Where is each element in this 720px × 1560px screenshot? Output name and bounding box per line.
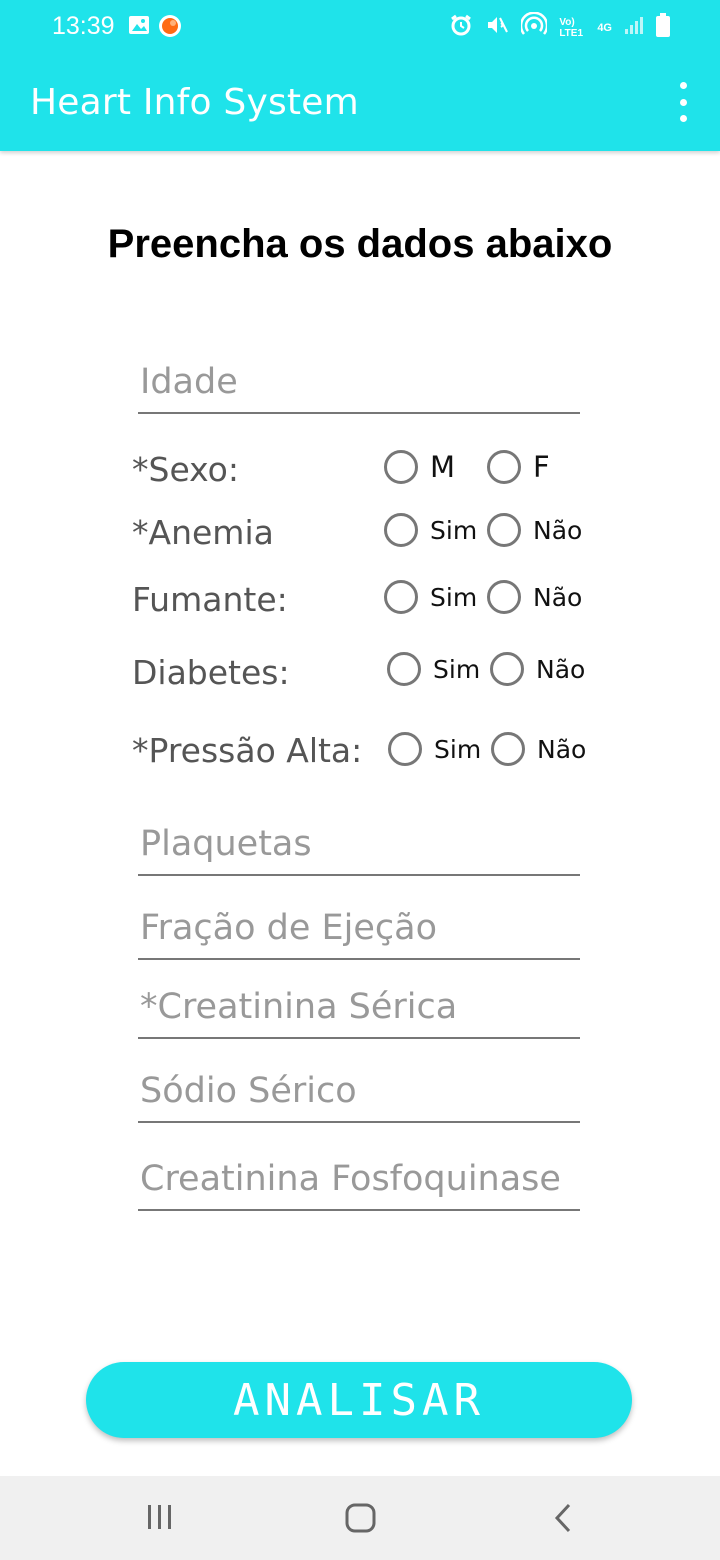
mute-icon — [485, 13, 509, 42]
overflow-dot — [679, 115, 687, 122]
sexo-m-radio[interactable] — [384, 450, 418, 484]
sexo-f-radio-group[interactable]: F — [487, 450, 550, 484]
overflow-dot — [679, 82, 687, 89]
plaquetas-input[interactable]: Plaquetas — [138, 824, 580, 876]
fumante-label: Fumante: — [132, 580, 288, 619]
signal-icon — [624, 15, 644, 40]
form-heading: Preencha os dados abaixo — [107, 222, 613, 266]
overflow-dot — [679, 98, 687, 106]
anemia-sim-label: Sim — [430, 515, 478, 545]
sexo-m-label: M — [430, 450, 456, 484]
fumante-nao-radio-group[interactable]: Não — [487, 580, 582, 614]
diabetes-sim-radio[interactable] — [387, 652, 421, 686]
pressao-nao-radio-group[interactable]: Não — [491, 732, 586, 766]
volte-icon: Vo) LTE1 — [559, 16, 584, 39]
fumante-sim-label: Sim — [430, 582, 478, 612]
pressao-sim-radio[interactable] — [388, 732, 422, 766]
pressao-alta-label: *Pressão Alta: — [132, 731, 363, 770]
diabetes-label: Diabetes: — [132, 653, 290, 692]
4g-icon: 4G — [597, 21, 612, 34]
app-bar: 13:39 Vo) LTE1 4G Heart Info System — [0, 0, 720, 151]
battery-icon — [656, 13, 670, 42]
sexo-label: *Sexo: — [132, 450, 239, 489]
diabetes-nao-label: Não — [536, 654, 586, 684]
diabetes-sim-label: Sim — [433, 654, 481, 684]
sexo-f-label: F — [533, 450, 550, 484]
anemia-nao-radio-group[interactable]: Não — [487, 513, 582, 547]
fumante-nao-label: Não — [533, 582, 583, 612]
creatinina-fosfoquinase-input[interactable]: Creatinina Fosfoquinase — [138, 1159, 580, 1211]
pressao-nao-radio[interactable] — [491, 732, 525, 766]
home-icon[interactable] — [345, 1502, 377, 1539]
hotspot-icon — [520, 11, 549, 43]
status-right-icons: Vo) LTE1 4G — [449, 11, 670, 43]
sexo-f-radio[interactable] — [487, 450, 521, 484]
diabetes-nao-radio-group[interactable]: Não — [490, 652, 585, 686]
image-icon — [128, 14, 150, 43]
app-title: Heart Info System — [30, 82, 359, 123]
anemia-sim-radio[interactable] — [384, 513, 418, 547]
recents-icon[interactable] — [146, 1502, 174, 1537]
creatinina-serica-input[interactable]: *Creatinina Sérica — [138, 987, 580, 1039]
fracao-ejecao-input[interactable]: Fração de Ejeção — [138, 908, 580, 960]
anemia-nao-label: Não — [533, 515, 583, 545]
fumante-sim-radio-group[interactable]: Sim — [384, 580, 477, 614]
pressao-sim-radio-group[interactable]: Sim — [388, 732, 481, 766]
pressao-sim-label: Sim — [434, 734, 482, 764]
anemia-label: *Anemia — [132, 513, 274, 552]
fumante-sim-radio[interactable] — [384, 580, 418, 614]
alarm-icon — [449, 13, 473, 42]
system-nav-bar — [0, 1476, 720, 1560]
fumante-nao-radio[interactable] — [487, 580, 521, 614]
analisar-button[interactable]: ANALISAR — [86, 1362, 632, 1438]
back-icon[interactable] — [552, 1502, 574, 1539]
status-left-icons — [128, 14, 182, 43]
diabetes-nao-radio[interactable] — [490, 652, 524, 686]
overflow-menu-button[interactable] — [668, 82, 698, 122]
diabetes-sim-radio-group[interactable]: Sim — [387, 652, 480, 686]
status-time: 13:39 — [52, 12, 115, 40]
anemia-sim-radio-group[interactable]: Sim — [384, 513, 477, 547]
sodio-serico-input[interactable]: Sódio Sérico — [138, 1071, 580, 1123]
idade-input[interactable]: Idade — [138, 362, 580, 414]
anemia-nao-radio[interactable] — [487, 513, 521, 547]
notification-dot-icon — [158, 14, 182, 43]
pressao-nao-label: Não — [537, 734, 587, 764]
sexo-m-radio-group[interactable]: M — [384, 450, 455, 484]
